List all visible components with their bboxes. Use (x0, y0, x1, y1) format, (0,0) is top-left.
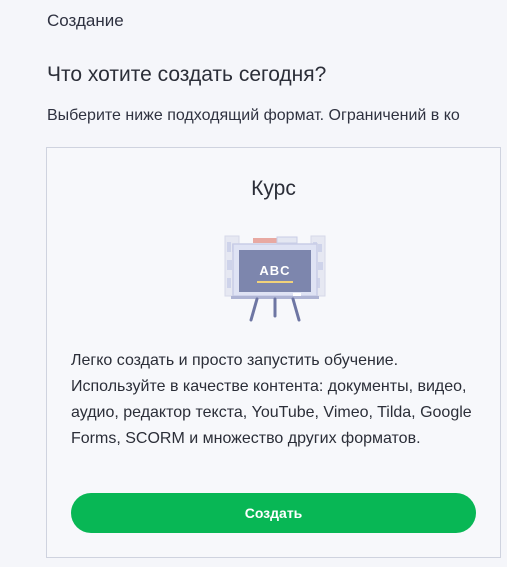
page-subtitle: Выберите ниже подходящий формат. Огранич… (47, 107, 460, 124)
classroom-board-icon: ABC (223, 228, 327, 324)
page-title: Что хотите создать сегодня? (47, 63, 327, 86)
board-text: ABC (259, 263, 290, 278)
create-button[interactable]: Создать (71, 493, 476, 533)
card-title: Курс (251, 177, 296, 200)
course-card[interactable]: Курс ABC Легко создать и просто запустит… (46, 147, 501, 558)
card-description: Легко создать и просто запустить обучени… (71, 352, 472, 447)
page: Создание Что хотите создать сегодня? Выб… (0, 0, 507, 567)
breadcrumb[interactable]: Создание (47, 11, 124, 31)
